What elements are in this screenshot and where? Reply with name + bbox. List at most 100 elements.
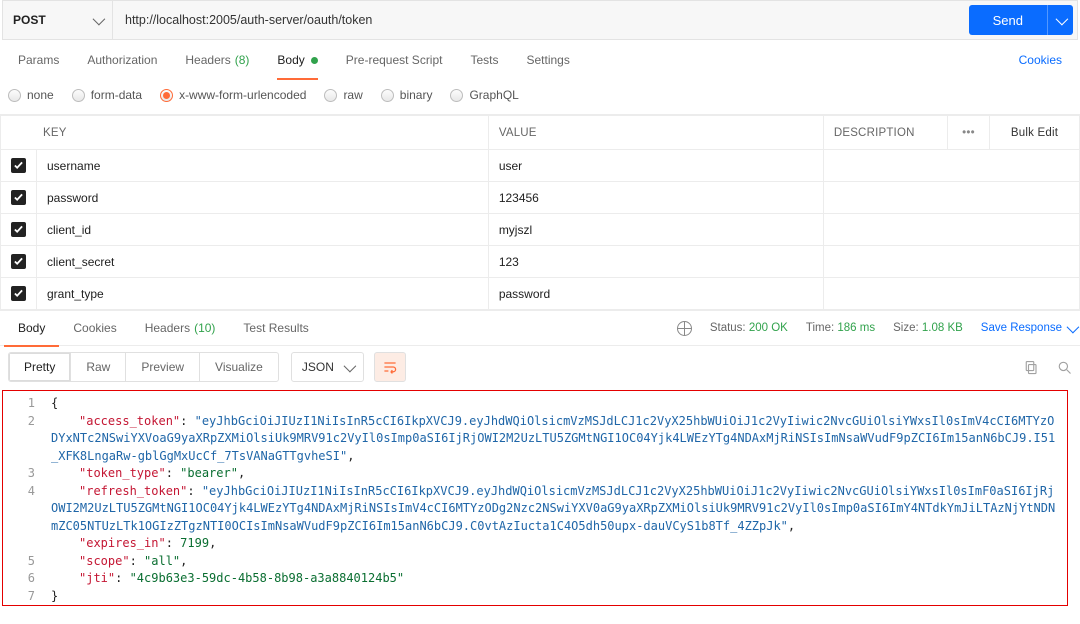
kv-head-value: VALUE <box>488 116 823 150</box>
table-row: client_idmyjszl <box>1 214 1080 246</box>
param-description[interactable] <box>823 182 1079 214</box>
radio-icon <box>72 89 85 102</box>
radio-icon <box>324 89 337 102</box>
status-label: Status: <box>710 322 746 334</box>
param-value[interactable]: user <box>488 150 823 182</box>
tab-tests[interactable]: Tests <box>456 40 512 80</box>
method-value: POST <box>13 13 46 27</box>
body-type-raw[interactable]: raw <box>324 88 362 102</box>
time-value: 186 ms <box>837 322 875 334</box>
status-value: 200 OK <box>749 322 788 334</box>
resp-tab-headers[interactable]: Headers (10) <box>131 310 230 346</box>
param-description[interactable] <box>823 246 1079 278</box>
size-value: 1.08 KB <box>922 322 963 334</box>
row-checkbox[interactable] <box>11 254 26 269</box>
time-label: Time: <box>806 322 834 334</box>
resp-tab-body[interactable]: Body <box>4 310 59 346</box>
table-row: client_secret123 <box>1 246 1080 278</box>
copy-icon[interactable] <box>1024 360 1039 375</box>
param-description[interactable] <box>823 278 1079 310</box>
resp-tab-headers-count: (10) <box>194 321 215 335</box>
param-key[interactable]: client_secret <box>37 246 489 278</box>
size-label: Size: <box>893 322 919 334</box>
resp-tab-headers-label: Headers <box>145 321 190 335</box>
cookies-link[interactable]: Cookies <box>1005 53 1076 67</box>
param-value[interactable]: 123 <box>488 246 823 278</box>
tab-params[interactable]: Params <box>4 40 73 80</box>
wrap-icon <box>382 359 398 375</box>
url-input[interactable] <box>113 1 965 39</box>
param-description[interactable] <box>823 150 1079 182</box>
line-gutter: 1 2 3 4 5 6 7 8 <box>3 391 45 605</box>
body-type-form-data[interactable]: form-data <box>72 88 142 102</box>
param-key[interactable]: client_id <box>37 214 489 246</box>
tab-headers-label: Headers <box>185 53 230 67</box>
tab-prerequest[interactable]: Pre-request Script <box>332 40 457 80</box>
kv-head-description: DESCRIPTION <box>823 116 947 150</box>
radio-icon <box>450 89 463 102</box>
tab-authorization[interactable]: Authorization <box>73 40 171 80</box>
radio-icon <box>160 89 173 102</box>
param-value[interactable]: 123456 <box>488 182 823 214</box>
radio-icon <box>381 89 394 102</box>
bulk-edit-button[interactable]: Bulk Edit <box>990 116 1080 150</box>
tab-body-label: Body <box>277 53 304 67</box>
radio-label: form-data <box>91 88 142 102</box>
param-value[interactable]: myjszl <box>488 214 823 246</box>
table-row: grant_typepassword <box>1 278 1080 310</box>
param-value[interactable]: password <box>488 278 823 310</box>
resp-tab-test-results[interactable]: Test Results <box>229 310 322 346</box>
param-key[interactable]: grant_type <box>37 278 489 310</box>
tab-settings[interactable]: Settings <box>513 40 584 80</box>
row-checkbox[interactable] <box>11 190 26 205</box>
tab-headers-count: (8) <box>235 53 250 67</box>
param-description[interactable] <box>823 214 1079 246</box>
language-value: JSON <box>302 360 334 374</box>
param-key[interactable]: username <box>37 150 489 182</box>
body-type-binary[interactable]: binary <box>381 88 433 102</box>
row-checkbox[interactable] <box>11 158 26 173</box>
radio-label: x-www-form-urlencoded <box>179 88 306 102</box>
dot-icon <box>311 57 318 64</box>
chevron-down-icon <box>1067 320 1080 333</box>
search-icon[interactable] <box>1057 360 1072 375</box>
row-checkbox[interactable] <box>11 286 26 301</box>
view-visualize[interactable]: Visualize <box>200 353 278 381</box>
view-preview[interactable]: Preview <box>126 353 200 381</box>
language-select[interactable]: JSON <box>291 352 364 382</box>
save-response-button[interactable]: Save Response <box>981 322 1076 334</box>
kv-columns-more-button[interactable]: ••• <box>948 116 990 150</box>
radio-label: raw <box>343 88 362 102</box>
save-response-label: Save Response <box>981 322 1062 334</box>
param-key[interactable]: password <box>37 182 489 214</box>
send-button[interactable]: Send <box>969 5 1047 35</box>
method-select[interactable]: POST <box>3 1 113 39</box>
wrap-lines-button[interactable] <box>374 352 406 382</box>
body-type-x-www-form-urlencoded[interactable]: x-www-form-urlencoded <box>160 88 306 102</box>
body-type-graphql[interactable]: GraphQL <box>450 88 518 102</box>
tab-body[interactable]: Body <box>263 40 331 80</box>
chevron-down-icon <box>343 359 356 372</box>
view-raw[interactable]: Raw <box>71 353 126 381</box>
size-block: Size: 1.08 KB <box>893 322 963 334</box>
tab-headers[interactable]: Headers (8) <box>171 40 263 80</box>
view-pretty[interactable]: Pretty <box>9 353 71 381</box>
radio-label: none <box>27 88 54 102</box>
resp-tab-cookies[interactable]: Cookies <box>59 310 130 346</box>
response-body-editor[interactable]: { "access_token": "eyJhbGciOiJIUzI1NiIsI… <box>45 391 1067 605</box>
kv-head-key: KEY <box>1 116 489 150</box>
radio-label: GraphQL <box>469 88 518 102</box>
status-block: Status: 200 OK <box>710 322 788 334</box>
row-checkbox[interactable] <box>11 222 26 237</box>
chevron-down-icon <box>1056 12 1069 25</box>
view-mode-group: Pretty Raw Preview Visualize <box>8 352 279 382</box>
chevron-down-icon <box>93 12 106 25</box>
globe-icon[interactable] <box>677 321 692 336</box>
table-row: usernameuser <box>1 150 1080 182</box>
send-more-button[interactable] <box>1047 5 1073 35</box>
radio-icon <box>8 89 21 102</box>
body-type-none[interactable]: none <box>8 88 54 102</box>
time-block: Time: 186 ms <box>806 322 875 334</box>
radio-label: binary <box>400 88 433 102</box>
table-row: password123456 <box>1 182 1080 214</box>
